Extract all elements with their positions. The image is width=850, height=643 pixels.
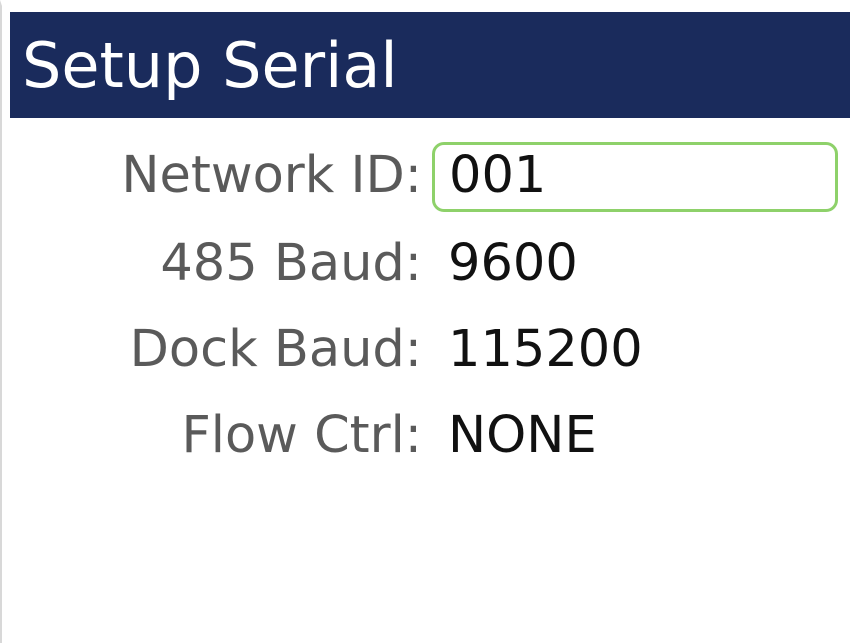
field-row-485-baud: 485 Baud: 9600: [2, 224, 850, 304]
dock-baud-label: Dock Baud:: [129, 320, 422, 379]
flow-ctrl-value[interactable]: NONE: [448, 396, 597, 476]
field-row-dock-baud: Dock Baud: 115200: [2, 310, 850, 390]
485-baud-label: 485 Baud:: [160, 234, 422, 293]
page-title: Setup Serial: [10, 12, 850, 118]
field-row-network-id: Network ID: 001: [2, 136, 850, 216]
field-row-flow-ctrl: Flow Ctrl: NONE: [2, 396, 850, 476]
network-id-input[interactable]: 001: [432, 142, 838, 212]
setup-serial-screen: Setup Serial Network ID: 001 485 Baud: 9…: [0, 0, 850, 643]
dock-baud-value[interactable]: 115200: [448, 310, 643, 390]
flow-ctrl-label: Flow Ctrl:: [181, 406, 422, 465]
network-id-label: Network ID:: [121, 146, 422, 205]
485-baud-value[interactable]: 9600: [448, 224, 578, 304]
